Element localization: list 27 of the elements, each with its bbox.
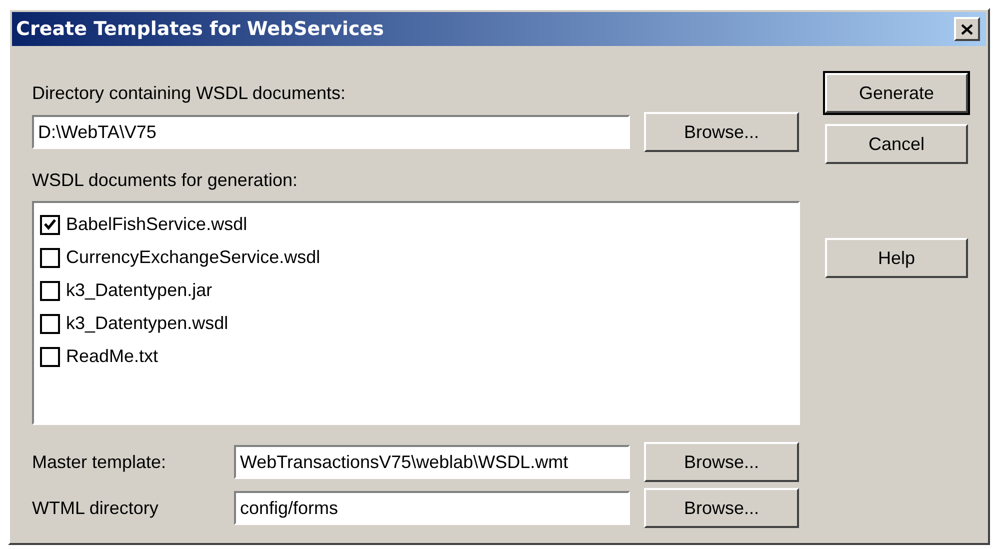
list-item[interactable]: k3_Datentypen.jar [40, 274, 212, 307]
path-field[interactable]: config/forms [234, 491, 630, 525]
dialog-button[interactable]: Help [825, 238, 968, 278]
path-field[interactable]: WebTransactionsV75\weblab\WSDL.wmt [234, 445, 630, 479]
list-item[interactable]: k3_Datentypen.wsdl [40, 307, 228, 340]
list-item[interactable]: BabelFishService.wsdl [40, 208, 248, 241]
browse-button[interactable]: Browse... [644, 488, 799, 528]
close-button[interactable] [954, 17, 980, 41]
check-icon [44, 219, 56, 230]
checkbox[interactable] [40, 280, 60, 300]
checkbox[interactable] [40, 248, 60, 268]
list-item[interactable]: ReadMe.txt [40, 340, 158, 373]
list-item[interactable]: CurrencyExchangeService.wsdl [40, 241, 320, 274]
directory-field[interactable]: D:\WebTA\V75 [32, 115, 630, 149]
field-label: WTML directory [32, 498, 160, 518]
browse-button[interactable]: Browse... [644, 112, 799, 152]
field-label: Directory containing WSDL documents: [32, 83, 346, 104]
field-label: Master template: [32, 452, 168, 472]
browse-button[interactable]: Browse... [644, 442, 799, 482]
close-icon [961, 24, 973, 34]
checkbox[interactable] [40, 314, 60, 334]
dialog-button[interactable]: Cancel [825, 124, 968, 164]
window-title: Create Templates for WebServices [16, 18, 384, 40]
checkbox[interactable] [40, 214, 60, 234]
list-label: WSDL documents for generation: [32, 170, 298, 191]
default-button[interactable]: Generate [825, 73, 968, 113]
checkbox[interactable] [40, 346, 60, 366]
